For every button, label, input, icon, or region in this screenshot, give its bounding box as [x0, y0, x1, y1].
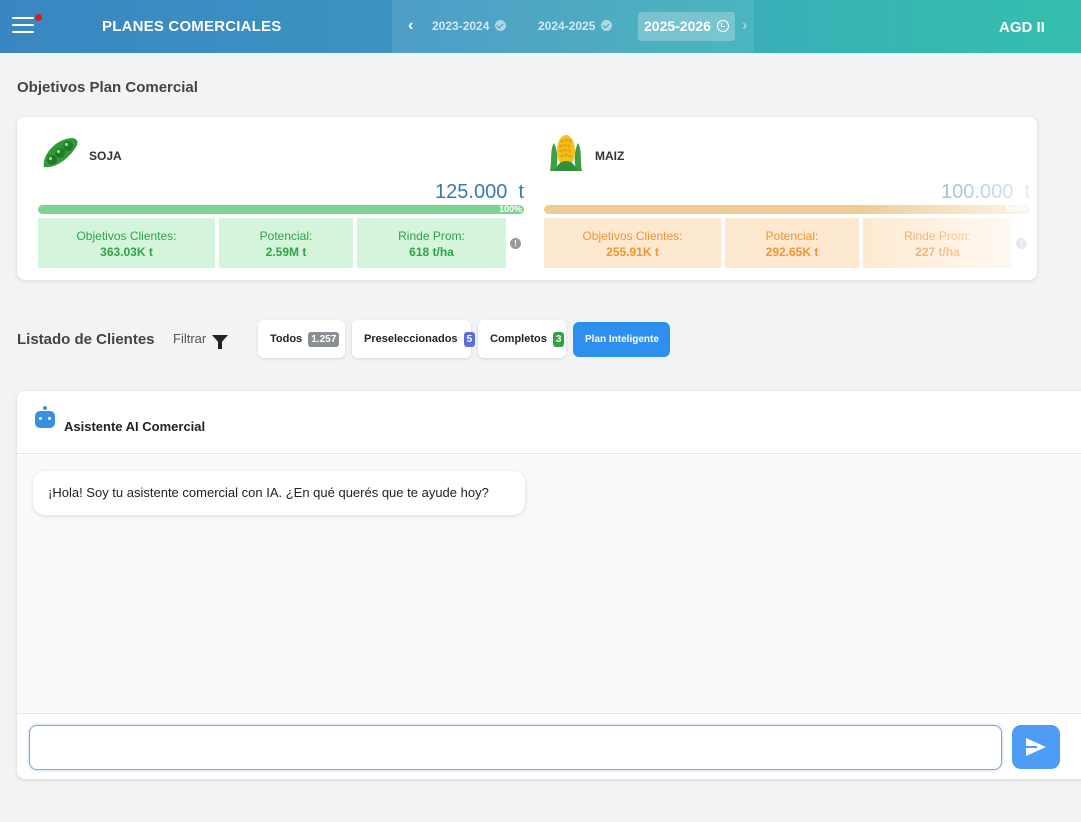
assistant-title: Asistente AI Comercial	[64, 419, 206, 434]
season-2024-2025[interactable]: 2024-2025	[538, 19, 613, 33]
notification-dot	[35, 14, 42, 21]
corn-icon	[550, 135, 582, 171]
count-badge: 5	[463, 332, 476, 347]
crop-target: 100.000 t	[941, 181, 1030, 203]
soybean-icon	[43, 138, 78, 168]
stat-rinde-prom: Rinde Prom: 618 t/ha	[357, 218, 506, 268]
top-bar: PLANES COMERCIALES ‹ 2023-2024 2024-2025…	[0, 0, 1081, 53]
ai-assistant-panel: Asistente AI Comercial ¡Hola! Soy tu asi…	[17, 391, 1081, 779]
chat-footer	[17, 713, 1081, 779]
objetivos-card: SOJA 125.000 t 100% Objetivos Clientes: 3…	[17, 117, 1037, 280]
count-badge: 1.257	[308, 332, 340, 347]
chip-preseleccionados[interactable]: Preseleccionados 5	[352, 320, 476, 358]
chevron-right-icon[interactable]: ›	[742, 17, 747, 35]
assistant-header: Asistente AI Comercial	[17, 391, 1081, 454]
crop-target: 125.000 t	[435, 181, 524, 203]
info-icon[interactable]: !	[510, 238, 521, 249]
menu-icon[interactable]	[12, 17, 34, 35]
progress-bar: 100%	[38, 204, 524, 214]
filter-button[interactable]: Filtrar	[173, 331, 229, 349]
crop-maiz: MAIZ 100.000 t 100% Objetivos Clientes: 2…	[544, 117, 1030, 280]
app-title: PLANES COMERCIALES	[102, 18, 282, 35]
crop-soja: SOJA 125.000 t 100% Objetivos Clientes: 3…	[38, 117, 524, 280]
info-icon[interactable]: !	[1016, 238, 1027, 249]
assistant-message: ¡Hola! Soy tu asistente comercial con IA…	[33, 471, 525, 515]
stat-rinde-prom: Rinde Prom: 227 t/ha	[863, 218, 1012, 268]
chat-input[interactable]	[29, 725, 1002, 770]
chip-todos[interactable]: Todos 1.257	[258, 320, 345, 358]
send-icon	[1026, 738, 1046, 756]
chip-completos[interactable]: Completos 3	[478, 320, 566, 358]
season-2025-2026[interactable]: 2025-2026	[638, 12, 735, 41]
chip-plan-inteligente[interactable]: Plan Inteligente	[573, 322, 670, 357]
stat-objetivos-clientes: Objetivos Clientes: 255.91K t	[544, 218, 721, 268]
count-badge: 3	[552, 332, 565, 347]
objetivos-title: Objetivos Plan Comercial	[17, 79, 198, 96]
stat-potencial: Potencial: 2.59M t	[219, 218, 353, 268]
listado-title: Listado de Clientes	[17, 331, 155, 348]
stat-objetivos-clientes: Objetivos Clientes: 363.03K t	[38, 218, 215, 268]
chat-messages: ¡Hola! Soy tu asistente comercial con IA…	[17, 455, 1081, 713]
check-circle-icon	[601, 20, 613, 31]
send-button[interactable]	[1012, 725, 1060, 769]
clock-icon	[716, 20, 729, 32]
user-name[interactable]: AGD II	[999, 19, 1045, 36]
season-2023-2024[interactable]: 2023-2024	[432, 19, 507, 33]
chevron-left-icon[interactable]: ‹	[408, 17, 413, 35]
filter-icon	[212, 335, 229, 349]
check-circle-icon	[495, 20, 507, 31]
progress-bar: 100%	[544, 204, 1030, 214]
stat-potencial: Potencial: 292.65K t	[725, 218, 859, 268]
robot-icon	[35, 406, 55, 428]
